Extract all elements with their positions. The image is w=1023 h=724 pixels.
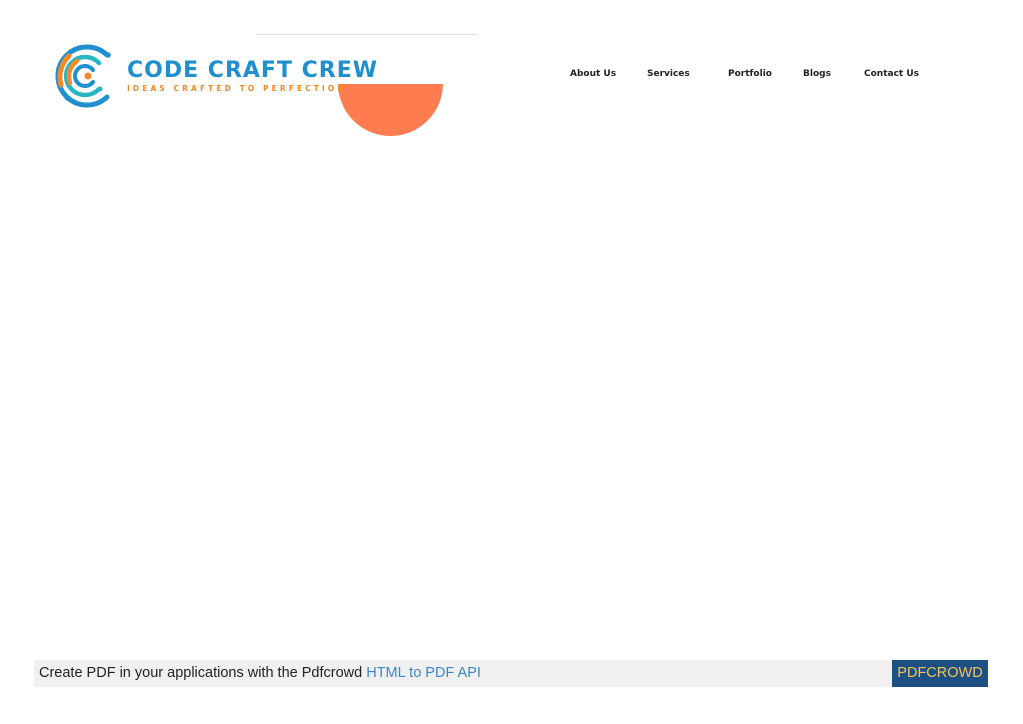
banner-message: Create PDF in your applications with the…	[39, 665, 367, 681]
page: CODE CRAFT CREW IDEAS CRAFTED TO PERFECT…	[0, 0, 1023, 724]
nav-portfolio[interactable]: Portfolio	[728, 69, 772, 79]
nav-services[interactable]: Services	[647, 69, 690, 79]
decorative-line	[256, 34, 477, 35]
logo-tagline: IDEAS CRAFTED TO PERFECTION	[127, 83, 347, 93]
pdfcrowd-button[interactable]: PDFCROWD	[892, 660, 988, 687]
banner-text: Create PDF in your applications with the…	[39, 665, 481, 681]
nav-blogs[interactable]: Blogs	[803, 69, 831, 79]
html-to-pdf-api-link[interactable]: HTML to PDF API	[366, 665, 481, 681]
main-nav: About Us Services Portfolio Blogs Contac…	[0, 69, 1023, 83]
nav-about-us[interactable]: About Us	[570, 69, 616, 79]
pdfcrowd-banner: Create PDF in your applications with the…	[34, 660, 988, 687]
nav-contact-us[interactable]: Contact Us	[864, 69, 919, 79]
